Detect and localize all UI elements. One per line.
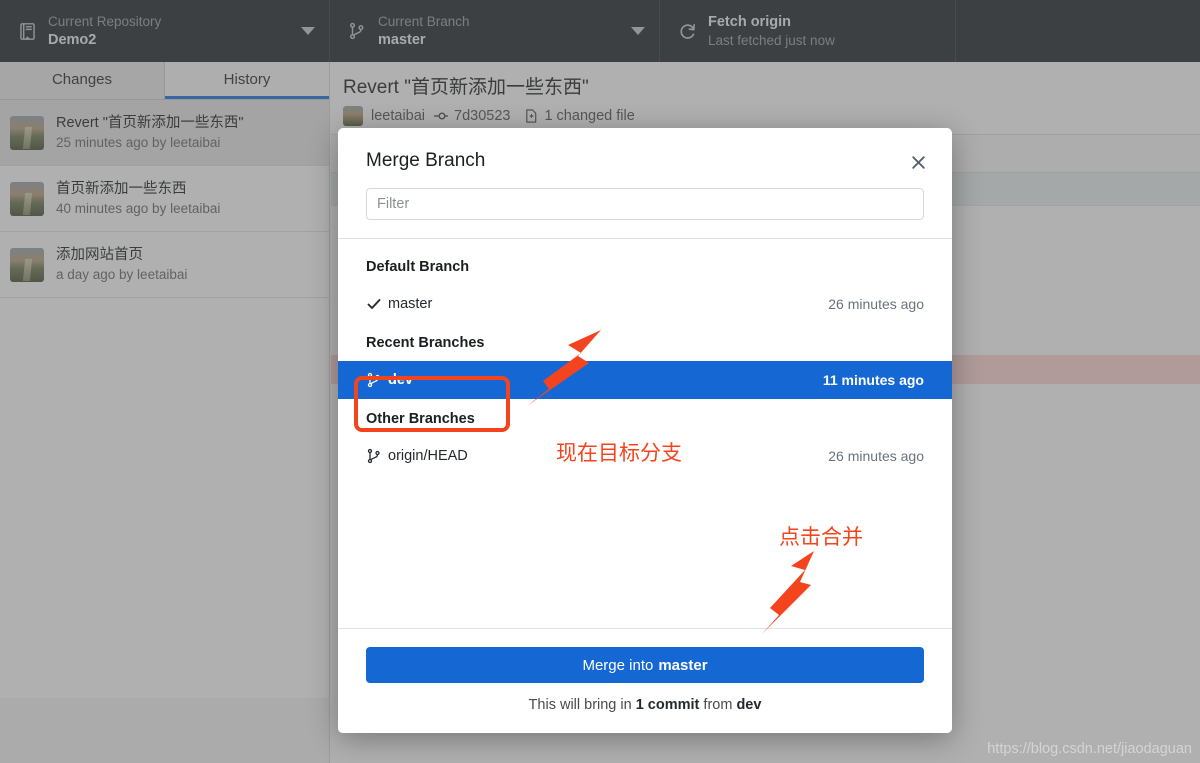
branch-row-origin-head[interactable]: origin/HEAD 26 minutes ago (338, 437, 952, 475)
filter-input[interactable] (366, 188, 924, 220)
merge-note-branch: dev (736, 697, 762, 713)
branch-name: origin/HEAD (388, 448, 468, 464)
merge-note-count: 1 commit (635, 697, 700, 713)
watermark: https://blog.csdn.net/jiaodaguan (987, 741, 1192, 757)
branch-name: master (388, 296, 433, 312)
merge-note-middle: from (699, 697, 737, 713)
group-heading-default: Default Branch (366, 259, 470, 275)
dialog-footer: Merge into master This will bring in 1 c… (338, 628, 952, 733)
branch-time: 26 minutes ago (828, 448, 924, 464)
close-icon[interactable] (906, 150, 930, 174)
branch-name: dev (388, 372, 413, 388)
branch-time: 11 minutes ago (822, 372, 924, 388)
merge-button-prefix: Merge into (582, 656, 654, 674)
branch-list: Default Branch master 26 minutes ago Rec… (338, 239, 952, 628)
branch-icon (366, 448, 388, 464)
branch-row-master[interactable]: master 26 minutes ago (338, 285, 952, 323)
filter-row (338, 172, 952, 238)
dialog-title: Merge Branch (366, 150, 486, 171)
merge-branch-dialog: Merge Branch Default Branch master (338, 128, 952, 733)
branch-time: 26 minutes ago (828, 296, 924, 312)
group-heading-recent: Recent Branches (366, 335, 485, 351)
merge-note-prefix: This will bring in (528, 697, 636, 713)
dialog-header: Merge Branch (338, 128, 952, 172)
merge-into-master-button[interactable]: Merge into master (366, 647, 924, 683)
merge-note: This will bring in 1 commit from dev (366, 697, 924, 713)
branch-icon (366, 372, 388, 388)
check-icon (366, 296, 388, 312)
github-desktop-window: Current Repository Demo2 Current Branch … (0, 0, 1200, 763)
merge-button-target: master (658, 656, 708, 674)
branch-row-dev[interactable]: dev 11 minutes ago (338, 361, 952, 399)
group-heading-other: Other Branches (366, 411, 475, 427)
